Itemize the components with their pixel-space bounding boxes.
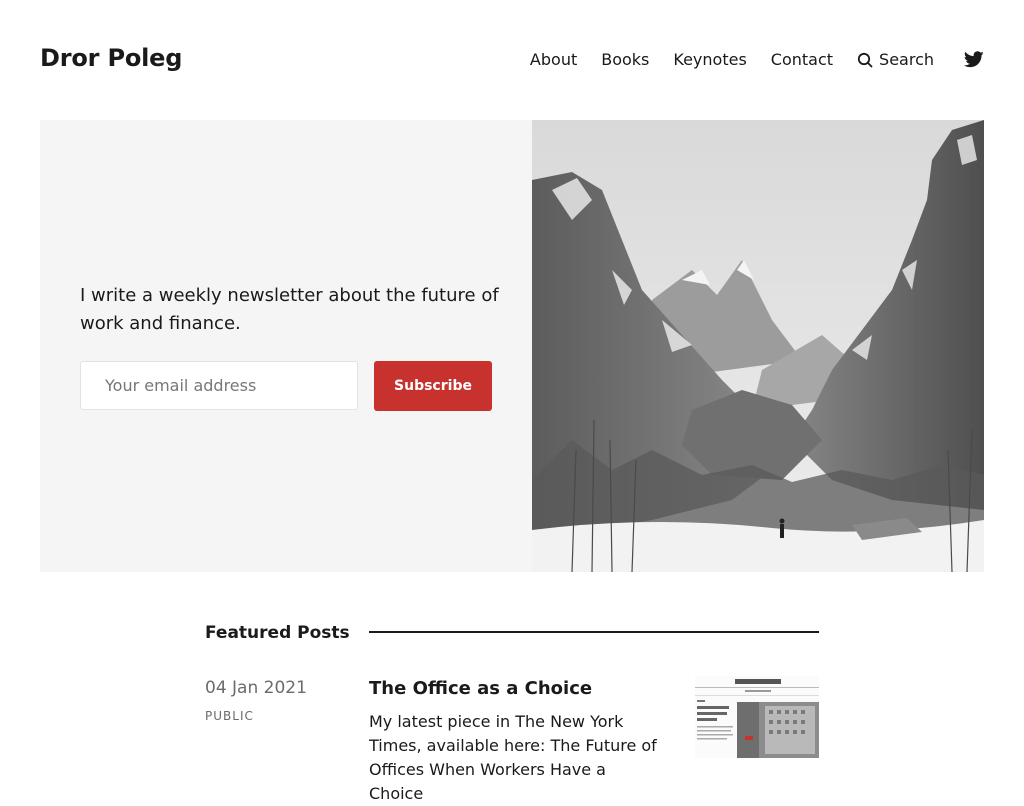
site-header: Dror Poleg About Books Keynotes Contact … bbox=[40, 36, 984, 84]
site-title[interactable]: Dror Poleg bbox=[40, 44, 182, 72]
search-icon bbox=[857, 52, 873, 67]
hero-image bbox=[532, 120, 984, 572]
twitter-icon bbox=[964, 51, 984, 68]
mountain-landscape-image bbox=[532, 120, 984, 572]
hero-text: I write a weekly newsletter about the fu… bbox=[80, 285, 499, 334]
nav-contact[interactable]: Contact bbox=[771, 50, 833, 69]
search-button[interactable]: Search bbox=[857, 50, 934, 69]
newspaper-thumbnail-image bbox=[695, 676, 819, 758]
post-date: 04 Jan 2021 bbox=[205, 678, 307, 698]
post-excerpt: My latest piece in The New York Times, a… bbox=[369, 712, 657, 803]
post-thumbnail[interactable] bbox=[695, 676, 819, 758]
featured-heading: Featured Posts bbox=[205, 623, 350, 643]
hero-section: I write a weekly newsletter about the fu… bbox=[40, 120, 984, 572]
nav-books[interactable]: Books bbox=[601, 50, 649, 69]
main-nav: About Books Keynotes Contact Search bbox=[506, 50, 984, 69]
subscribe-button[interactable]: Subscribe bbox=[374, 361, 492, 411]
search-label: Search bbox=[879, 50, 934, 69]
nav-keynotes[interactable]: Keynotes bbox=[673, 50, 746, 69]
nav-about[interactable]: About bbox=[530, 50, 577, 69]
email-input[interactable] bbox=[80, 361, 358, 410]
post-tag[interactable]: PUBLIC bbox=[205, 709, 254, 723]
post-title[interactable]: The Office as a Choice bbox=[369, 678, 592, 699]
featured-divider bbox=[369, 631, 819, 633]
twitter-link[interactable] bbox=[964, 51, 984, 68]
